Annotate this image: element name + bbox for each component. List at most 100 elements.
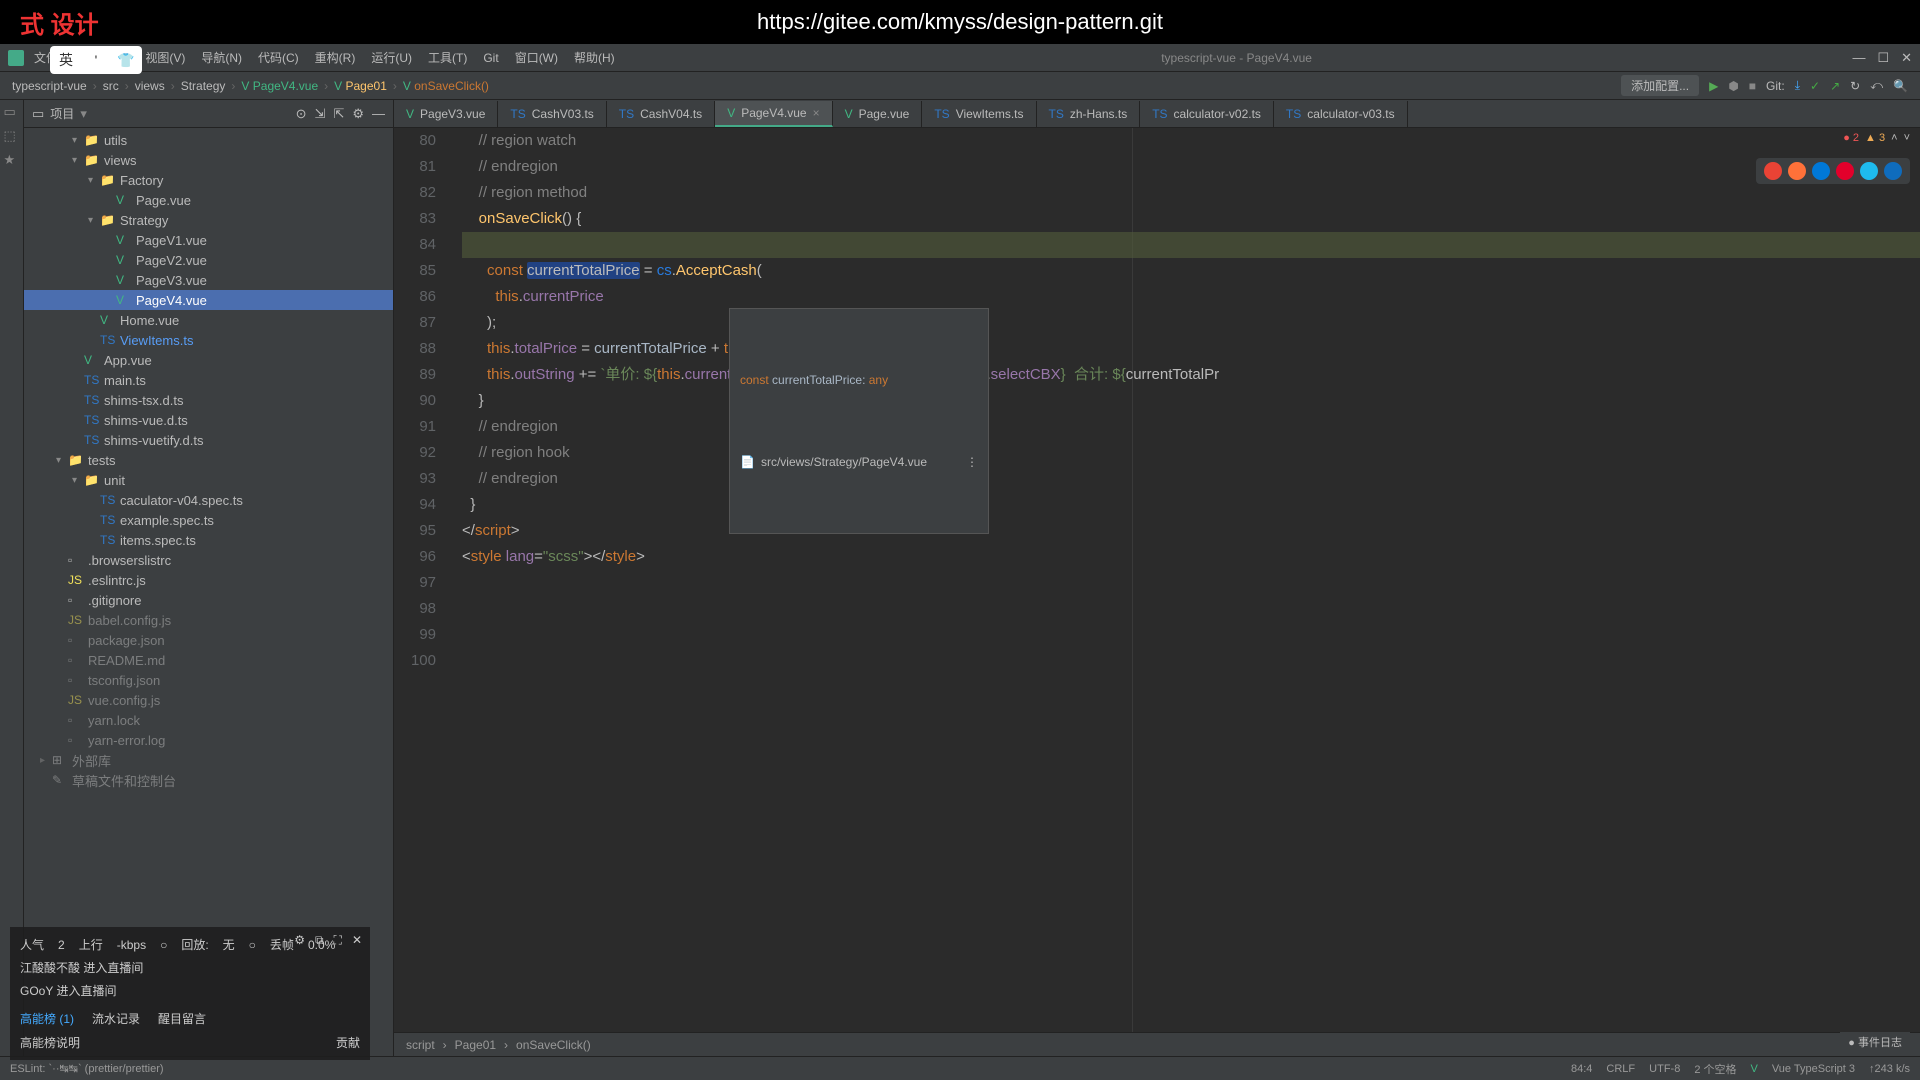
tree-item[interactable]: ▾📁Factory: [24, 170, 393, 190]
ime-lang[interactable]: 英: [52, 48, 80, 72]
structure-tool-icon[interactable]: ⬚: [4, 128, 20, 144]
indent[interactable]: 2 个空格: [1694, 1061, 1736, 1077]
ime-punct[interactable]: ': [82, 48, 110, 72]
editor-tab[interactable]: VPageV3.vue: [394, 101, 498, 127]
menu-item[interactable]: 代码(C): [252, 49, 305, 66]
tree-item[interactable]: TSitems.spec.ts: [24, 530, 393, 550]
editor-tab[interactable]: TSzh-Hans.ts: [1037, 101, 1141, 127]
editor-tab[interactable]: VPageV4.vue×: [715, 101, 832, 127]
tree-item[interactable]: TSshims-vue.d.ts: [24, 410, 393, 430]
tree-item[interactable]: VApp.vue: [24, 350, 393, 370]
tree-item[interactable]: JSbabel.config.js: [24, 610, 393, 630]
tree-item[interactable]: TScaculator-v04.spec.ts: [24, 490, 393, 510]
tree-item[interactable]: TSViewItems.ts: [24, 330, 393, 350]
tree-item[interactable]: ▾📁tests: [24, 450, 393, 470]
tree-item[interactable]: ▫yarn.lock: [24, 710, 393, 730]
collapse-all-icon[interactable]: ⇱: [333, 106, 344, 122]
breadcrumb-item[interactable]: Strategy: [181, 79, 226, 93]
opera-icon[interactable]: [1836, 162, 1854, 180]
tree-item[interactable]: ▫README.md: [24, 650, 393, 670]
code-editor[interactable]: 8081828384858687888990919293949596979899…: [394, 128, 1920, 1032]
inspections-widget[interactable]: ● 2 ▲ 3 ˄ ˅: [1843, 132, 1910, 144]
lang-mode[interactable]: Vue TypeScript 3: [1772, 1063, 1855, 1075]
tab-close-icon[interactable]: ×: [813, 106, 820, 120]
line-sep[interactable]: CRLF: [1606, 1063, 1635, 1075]
live-tab[interactable]: 流水记录: [92, 1010, 140, 1027]
live-expand-icon[interactable]: ⛶: [334, 933, 342, 948]
chrome-icon[interactable]: [1764, 162, 1782, 180]
search-icon[interactable]: 🔍: [1893, 79, 1908, 93]
menu-item[interactable]: 视图(V): [139, 49, 191, 66]
minimize-icon[interactable]: —: [1852, 50, 1865, 66]
stop-icon[interactable]: ■: [1749, 79, 1756, 93]
tree-item[interactable]: ▫.gitignore: [24, 590, 393, 610]
tree-item[interactable]: JS.eslintrc.js: [24, 570, 393, 590]
tree-item[interactable]: TSshims-vuetify.d.ts: [24, 430, 393, 450]
tree-item[interactable]: ▫.browserslistrc: [24, 550, 393, 570]
project-tree[interactable]: ▾📁utils▾📁views▾📁FactoryVPage.vue▾📁Strate…: [24, 128, 393, 1056]
menu-item[interactable]: 运行(U): [365, 49, 418, 66]
tree-item[interactable]: ▾📁Strategy: [24, 210, 393, 230]
editor-tab[interactable]: VPage.vue: [833, 101, 923, 127]
breadcrumb-item[interactable]: V PageV4.vue: [241, 79, 318, 93]
tree-item[interactable]: VPageV4.vue: [24, 290, 393, 310]
expand-all-icon[interactable]: ⇲: [315, 106, 326, 122]
maximize-icon[interactable]: ☐: [1877, 50, 1889, 66]
settings-icon[interactable]: ⚙: [352, 106, 364, 122]
live-pop-icon[interactable]: ⧉: [315, 933, 324, 948]
tree-item[interactable]: VPageV3.vue: [24, 270, 393, 290]
tree-item[interactable]: ▾📁unit: [24, 470, 393, 490]
editor-tab[interactable]: TSCashV03.ts: [498, 101, 606, 127]
ime-shirt-icon[interactable]: 👕: [112, 48, 140, 72]
run-icon[interactable]: ▶: [1709, 79, 1718, 93]
tree-item[interactable]: TSexample.spec.ts: [24, 510, 393, 530]
firefox-icon[interactable]: [1788, 162, 1806, 180]
tree-item[interactable]: VHome.vue: [24, 310, 393, 330]
run-config-dropdown[interactable]: 添加配置...: [1621, 75, 1699, 96]
git-revert-icon[interactable]: ⤺: [1870, 78, 1883, 93]
insp-down-icon[interactable]: ˅: [1904, 132, 1910, 144]
close-icon[interactable]: ✕: [1901, 50, 1912, 66]
editor-tab[interactable]: TScalculator-v03.ts: [1274, 101, 1408, 127]
breadcrumb-item[interactable]: typescript-vue: [12, 79, 87, 93]
tree-item[interactable]: TSmain.ts: [24, 370, 393, 390]
live-tab[interactable]: 高能榜 (1): [20, 1010, 74, 1027]
tree-item[interactable]: TSshims-tsx.d.ts: [24, 390, 393, 410]
breadcrumb-item[interactable]: V onSaveClick(): [403, 79, 489, 93]
breadcrumb-item[interactable]: views: [135, 79, 165, 93]
project-tool-icon[interactable]: ▭: [4, 104, 20, 120]
more-icon[interactable]: ⋮: [966, 449, 978, 475]
tree-item[interactable]: ✎草稿文件和控制台: [24, 770, 393, 790]
live-tab[interactable]: 醒目留言: [158, 1010, 206, 1027]
git-push-icon[interactable]: ↗: [1830, 79, 1840, 93]
menu-item[interactable]: 导航(N): [195, 49, 248, 66]
tree-item[interactable]: ▫tsconfig.json: [24, 670, 393, 690]
line-gutter[interactable]: 8081828384858687888990919293949596979899…: [394, 128, 454, 1032]
menu-item[interactable]: 窗口(W): [509, 49, 564, 66]
encoding[interactable]: UTF-8: [1649, 1063, 1680, 1075]
git-commit-icon[interactable]: ✓: [1810, 79, 1820, 93]
live-close-icon[interactable]: ✕: [352, 933, 362, 948]
event-log-button[interactable]: ● 事件日志: [1840, 1032, 1910, 1052]
git-update-icon[interactable]: ⤓: [1795, 78, 1800, 93]
edge-icon[interactable]: [1812, 162, 1830, 180]
tree-item[interactable]: JSvue.config.js: [24, 690, 393, 710]
browser-preview-icons[interactable]: [1756, 158, 1910, 184]
hide-panel-icon[interactable]: —: [372, 106, 385, 122]
tree-item[interactable]: ▾📁views: [24, 150, 393, 170]
tree-item[interactable]: ▾📁utils: [24, 130, 393, 150]
tree-item[interactable]: ▫package.json: [24, 630, 393, 650]
git-history-icon[interactable]: ↻: [1850, 79, 1860, 93]
editor-tab[interactable]: TSCashV04.ts: [607, 101, 715, 127]
tree-item[interactable]: ▸⊞外部库: [24, 750, 393, 770]
tree-item[interactable]: ▫yarn-error.log: [24, 730, 393, 750]
favorites-tool-icon[interactable]: ★: [4, 152, 20, 168]
menu-item[interactable]: 帮助(H): [568, 49, 621, 66]
caret-pos[interactable]: 84:4: [1571, 1063, 1592, 1075]
ie-icon[interactable]: [1860, 162, 1878, 180]
tree-item[interactable]: VPageV2.vue: [24, 250, 393, 270]
live-settings-icon[interactable]: ⚙: [294, 933, 305, 948]
menu-item[interactable]: Git: [477, 51, 504, 65]
breadcrumb-item[interactable]: V Page01: [334, 79, 387, 93]
editor-tab[interactable]: TSViewItems.ts: [922, 101, 1036, 127]
